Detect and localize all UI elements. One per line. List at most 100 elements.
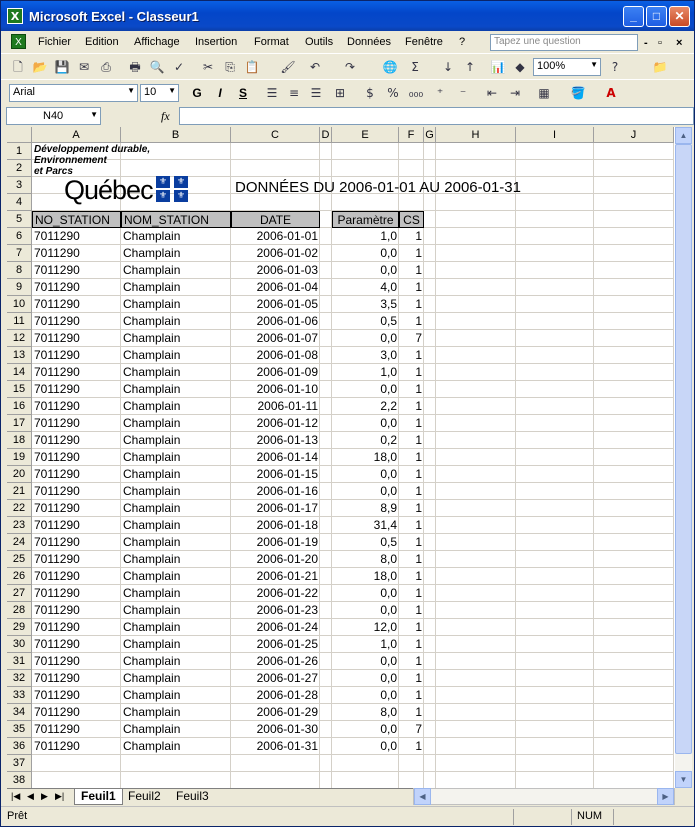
- grid-cell[interactable]: [320, 245, 332, 262]
- doc-restore-button[interactable]: ▫: [658, 37, 662, 49]
- grid-cell[interactable]: [320, 670, 332, 687]
- grid-cell[interactable]: [436, 279, 516, 296]
- grid-cell[interactable]: [424, 517, 436, 534]
- data-cell[interactable]: 1: [399, 415, 424, 432]
- grid-cell[interactable]: [516, 568, 594, 585]
- data-cell[interactable]: 2006-01-15: [231, 466, 320, 483]
- tab-feuil3[interactable]: Feuil3: [170, 789, 215, 805]
- grid-cell[interactable]: [436, 194, 516, 211]
- menu-fichier[interactable]: Fichier: [38, 36, 71, 48]
- vertical-scroll-thumb[interactable]: [675, 144, 692, 754]
- data-cell[interactable]: 0,0: [332, 245, 399, 262]
- row-header[interactable]: 34: [7, 704, 32, 721]
- grid-cell[interactable]: [516, 534, 594, 551]
- row-header[interactable]: 37: [7, 755, 32, 772]
- grid-cell[interactable]: [594, 585, 674, 602]
- data-cell[interactable]: 2006-01-28: [231, 687, 320, 704]
- grid-cell[interactable]: [424, 211, 436, 228]
- grid-cell[interactable]: [320, 211, 332, 228]
- data-cell[interactable]: 7011290: [32, 449, 121, 466]
- grid-cell[interactable]: [516, 585, 594, 602]
- grid-cell[interactable]: [594, 364, 674, 381]
- data-cell[interactable]: 7011290: [32, 585, 121, 602]
- grid-cell[interactable]: [516, 330, 594, 347]
- menu-affichage[interactable]: Affichage: [134, 36, 180, 48]
- data-cell[interactable]: 3,5: [332, 296, 399, 313]
- data-cell[interactable]: Champlain: [121, 228, 231, 245]
- data-cell[interactable]: 7011290: [32, 602, 121, 619]
- grid-cell[interactable]: [121, 772, 231, 788]
- data-cell[interactable]: 2006-01-04: [231, 279, 320, 296]
- data-cell[interactable]: 0,0: [332, 602, 399, 619]
- data-cell[interactable]: 2006-01-25: [231, 636, 320, 653]
- grid-cell[interactable]: [516, 194, 594, 211]
- grid-cell[interactable]: [32, 755, 121, 772]
- grid-cell[interactable]: [516, 262, 594, 279]
- data-cell[interactable]: 7011290: [32, 483, 121, 500]
- data-cell[interactable]: Champlain: [121, 483, 231, 500]
- grid-cell[interactable]: [320, 194, 332, 211]
- data-cell[interactable]: 7011290: [32, 687, 121, 704]
- row-header[interactable]: 23: [7, 517, 32, 534]
- grid-cell[interactable]: [436, 432, 516, 449]
- grid-cell[interactable]: [320, 330, 332, 347]
- data-cell[interactable]: Champlain: [121, 568, 231, 585]
- grid-cell[interactable]: [424, 483, 436, 500]
- grid-cell[interactable]: [424, 687, 436, 704]
- data-cell[interactable]: Champlain: [121, 245, 231, 262]
- data-cell[interactable]: 1: [399, 449, 424, 466]
- grid-cell[interactable]: [516, 755, 594, 772]
- maximize-button[interactable]: □: [646, 6, 667, 27]
- grid-cell[interactable]: [320, 466, 332, 483]
- grid-cell[interactable]: [436, 517, 516, 534]
- grid-cell[interactable]: [594, 228, 674, 245]
- data-cell[interactable]: 7011290: [32, 330, 121, 347]
- italic-button[interactable]: I: [211, 84, 229, 102]
- grid-cell[interactable]: [594, 772, 674, 788]
- menu-insertion[interactable]: Insertion: [195, 36, 237, 48]
- grid-cell[interactable]: [436, 296, 516, 313]
- email-icon[interactable]: ⎙: [97, 58, 115, 76]
- grid-cell[interactable]: [320, 143, 332, 160]
- scroll-left-icon[interactable]: ◀: [414, 788, 431, 805]
- column-header-j[interactable]: J: [594, 127, 674, 143]
- data-cell[interactable]: 2006-01-06: [231, 313, 320, 330]
- grid-cell[interactable]: [594, 500, 674, 517]
- data-cell[interactable]: 31,4: [332, 517, 399, 534]
- data-cell[interactable]: 3,0: [332, 347, 399, 364]
- grid-cell[interactable]: [516, 602, 594, 619]
- next-sheet-icon[interactable]: ▶: [41, 791, 48, 802]
- grid-cell[interactable]: [594, 670, 674, 687]
- row-header[interactable]: 13: [7, 347, 32, 364]
- grid-cell[interactable]: [516, 551, 594, 568]
- percent-icon[interactable]: %: [384, 84, 402, 102]
- data-cell[interactable]: 1: [399, 636, 424, 653]
- data-cell[interactable]: 1: [399, 738, 424, 755]
- grid-cell[interactable]: [32, 772, 121, 788]
- font-select[interactable]: Arial ▼: [9, 84, 138, 102]
- permission-icon[interactable]: ✉: [75, 58, 93, 76]
- grid-cell[interactable]: [436, 585, 516, 602]
- row-header[interactable]: 15: [7, 381, 32, 398]
- row-header[interactable]: 26: [7, 568, 32, 585]
- grid-cell[interactable]: [424, 313, 436, 330]
- grid-cell[interactable]: [516, 296, 594, 313]
- grid-cell[interactable]: [516, 721, 594, 738]
- data-cell[interactable]: Champlain: [121, 415, 231, 432]
- data-cell[interactable]: 7011290: [32, 313, 121, 330]
- data-cell[interactable]: 2006-01-22: [231, 585, 320, 602]
- chart-wizard-icon[interactable]: 📊: [489, 58, 507, 76]
- grid-cell[interactable]: [594, 296, 674, 313]
- research-icon[interactable]: 📁: [651, 58, 669, 76]
- data-cell[interactable]: Champlain: [121, 738, 231, 755]
- grid-cell[interactable]: [594, 330, 674, 347]
- column-header-i[interactable]: I: [516, 127, 594, 143]
- data-cell[interactable]: Champlain: [121, 534, 231, 551]
- grid-cell[interactable]: [436, 211, 516, 228]
- data-cell[interactable]: 1: [399, 500, 424, 517]
- row-header[interactable]: 32: [7, 670, 32, 687]
- data-cell[interactable]: 1: [399, 670, 424, 687]
- data-cell[interactable]: 2006-01-29: [231, 704, 320, 721]
- grid-cell[interactable]: [320, 449, 332, 466]
- row-header[interactable]: 33: [7, 687, 32, 704]
